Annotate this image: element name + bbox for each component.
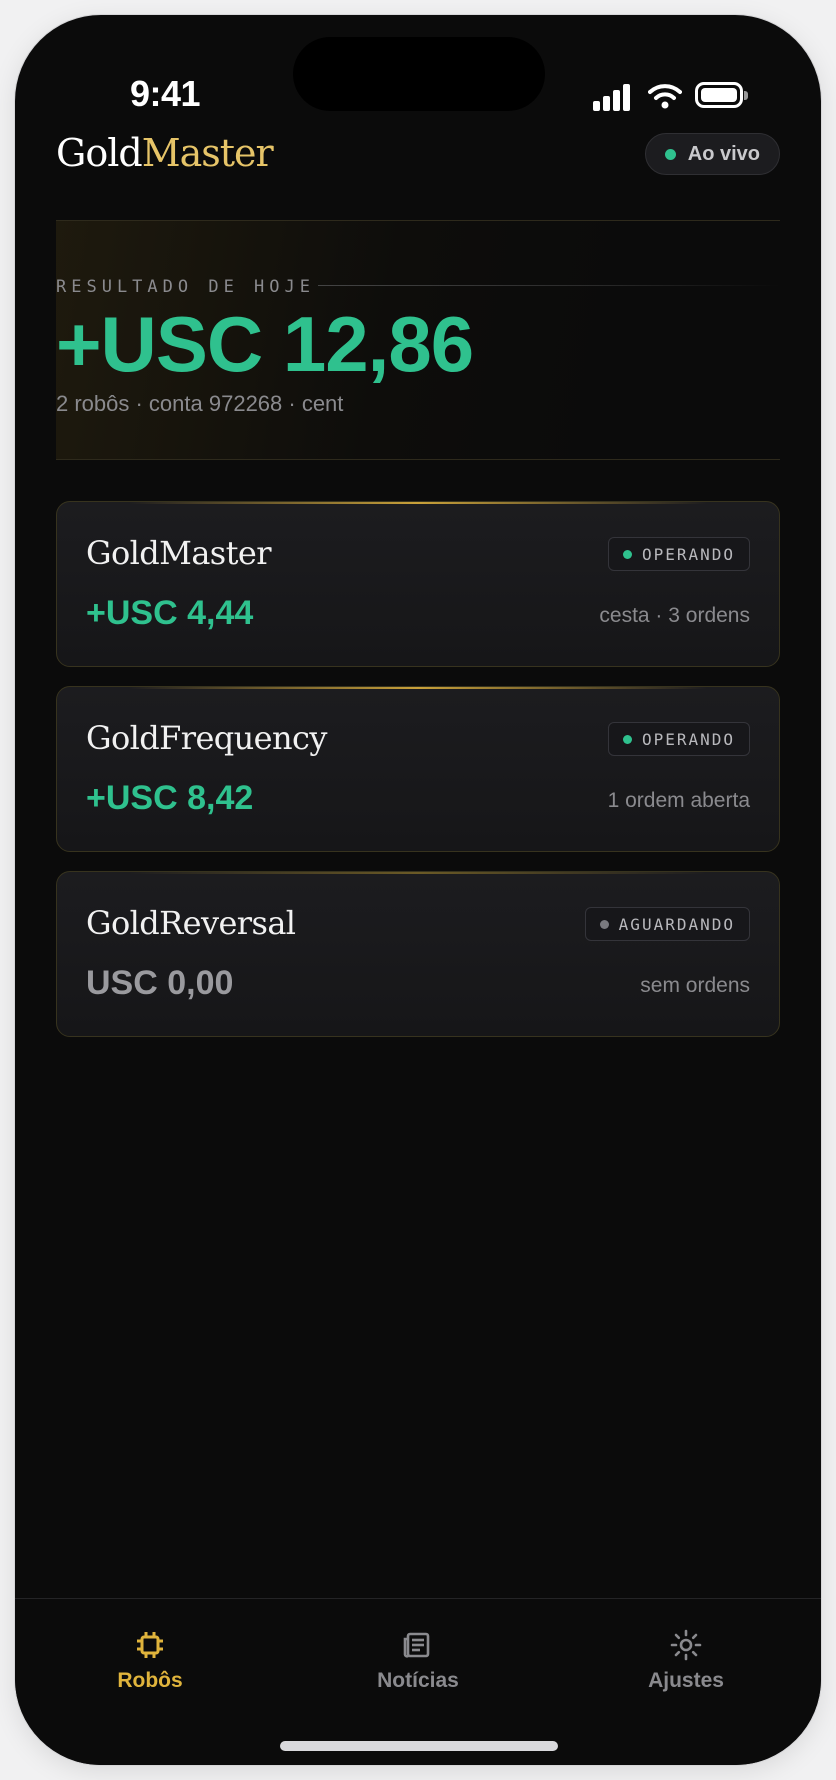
chip-icon [137, 1632, 163, 1658]
tab-settings-label: Ajustes [648, 1669, 724, 1692]
status-time: 9:41 [130, 73, 201, 114]
robot-meta: 1 ordem aberta [607, 789, 750, 812]
status-dot-icon [622, 734, 632, 744]
live-label: Ao vivo [687, 142, 760, 165]
newspaper-icon [403, 1632, 430, 1658]
app-header: GoldMaster Ao vivo [56, 127, 780, 183]
robot-name: GoldMaster [86, 534, 272, 572]
tab-settings[interactable]: Ajustes [596, 1599, 776, 1709]
robot-card[interactable]: GoldFrequency OPERANDO +USC 8,42 1 ordem… [56, 686, 780, 852]
home-indicator[interactable] [280, 1741, 558, 1751]
phone-screen: 9:41 GoldMaster Ao vivo RESULTADO DE HOJ… [15, 15, 821, 1765]
sun-settings-icon [670, 1629, 702, 1661]
tab-bar: Robôs Notícias Ajustes [15, 1598, 821, 1765]
robot-status-badge: AGUARDANDO [584, 907, 750, 941]
robot-name: GoldFrequency [86, 719, 327, 757]
wifi-icon [648, 84, 682, 109]
cellular-signal-icon [593, 83, 631, 111]
tab-news[interactable]: Notícias [328, 1599, 508, 1709]
robot-status-label: OPERANDO [641, 544, 735, 564]
hero-subtitle: 2 robôs · conta 972268 · cent [56, 391, 344, 416]
live-status-badge[interactable]: Ao vivo [644, 133, 780, 175]
robot-card[interactable]: GoldReversal AGUARDANDO USC 0,00 sem ord… [56, 871, 780, 1037]
logo-accent: Master [141, 131, 274, 175]
robot-status-badge: OPERANDO [607, 722, 750, 756]
robot-status-label: AGUARDANDO [618, 914, 735, 934]
robot-result: +USC 8,42 [86, 779, 254, 817]
tab-robots[interactable]: Robôs [60, 1599, 240, 1709]
robot-meta: cesta · 3 ordens [599, 604, 750, 627]
dynamic-island [293, 37, 545, 111]
robot-result: USC 0,00 [86, 964, 234, 1002]
tab-robots-label: Robôs [117, 1669, 183, 1692]
hero-value: +USC 12,86 [56, 300, 474, 388]
robot-card[interactable]: GoldMaster OPERANDO +USC 4,44 cesta · 3 … [56, 501, 780, 667]
robot-status-badge: OPERANDO [607, 537, 750, 571]
tab-news-label: Notícias [377, 1669, 459, 1692]
robot-result: +USC 4,44 [86, 594, 254, 632]
robot-name: GoldReversal [86, 904, 296, 942]
status-bar: 9:41 [15, 15, 821, 125]
status-dot-icon [622, 549, 632, 559]
today-result-panel: RESULTADO DE HOJE +USC 12,86 2 robôs · c… [56, 220, 780, 460]
live-dot-icon [664, 148, 676, 160]
hero-label: RESULTADO DE HOJE [56, 277, 315, 297]
robot-meta: sem ordens [640, 974, 750, 997]
battery-icon [695, 82, 748, 108]
hero-divider [318, 285, 780, 286]
logo-primary: Gold [56, 131, 143, 175]
robot-status-label: OPERANDO [641, 729, 735, 749]
app-logo: GoldMaster [56, 131, 274, 175]
status-dot-icon [599, 919, 609, 929]
